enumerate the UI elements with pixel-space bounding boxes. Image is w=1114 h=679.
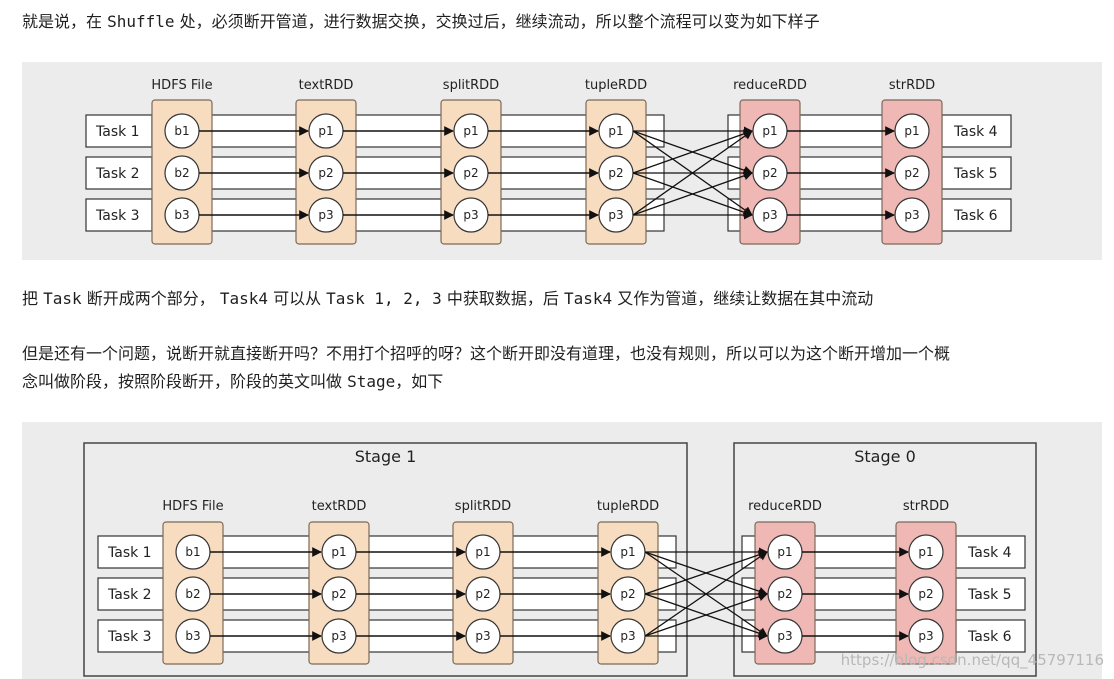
task-right-label: Task 6 — [953, 208, 998, 224]
partition-label: p1 — [762, 124, 777, 138]
partition-label: p3 — [475, 629, 490, 643]
p2-code-tasks: Task 1, 2, 3 — [326, 289, 442, 308]
stage-label: Stage 1 — [355, 447, 417, 466]
rdd-column-label: strRDD — [903, 499, 949, 514]
p2-code-task: Task — [43, 289, 82, 308]
watermark-url: https://blog.csdn.net/qq_45797116 — [840, 651, 1104, 669]
partition-label: b3 — [174, 208, 189, 222]
partition-label: p1 — [620, 545, 635, 559]
partition-label: p3 — [331, 629, 346, 643]
diagram-2-svg: Stage 1 Stage 0 Task 1 Task 4 Task 2 Task 5 Ta… — [83, 442, 1037, 677]
partition-label: p1 — [475, 545, 490, 559]
diagram-1-panel: Task 1 Task 4 Task 2 Task 5 Task 3 Task 6 HDFS… — [22, 62, 1102, 260]
p2-text-d: 中获取数据，后 — [441, 289, 564, 308]
p2-text-b: 断开成两个部分， — [81, 289, 220, 308]
partition-label: p3 — [463, 208, 478, 222]
partition-label: p1 — [331, 545, 346, 559]
rdd-column-label: reduceRDD — [748, 499, 822, 514]
rdd-column-label: textRDD — [299, 78, 354, 93]
p1-text-after: 处，必须断开管道，进行数据交换，交换过后，继续流动，所以整个流程可以变为如下样子 — [174, 12, 820, 31]
partition-label: p2 — [463, 166, 478, 180]
partition-label: p1 — [777, 545, 792, 559]
partition-label: p3 — [904, 208, 919, 222]
partition-label: b2 — [185, 587, 200, 601]
partition-label: p3 — [608, 208, 623, 222]
rdd-column-label: HDFS File — [151, 78, 212, 93]
task-right-label: Task 4 — [953, 124, 998, 140]
rdd-column-label: textRDD — [312, 499, 367, 514]
rdd-column-label: tupleRDD — [585, 78, 647, 93]
p3-line-2-after: ，如下 — [395, 372, 444, 391]
partition-label: p1 — [318, 124, 333, 138]
partition-label: p2 — [475, 587, 490, 601]
task-right-label: Task 6 — [967, 629, 1012, 645]
partition-label: p3 — [777, 629, 792, 643]
partition-label: p3 — [762, 208, 777, 222]
partition-label: b1 — [185, 545, 200, 559]
partition-label: p2 — [620, 587, 635, 601]
partition-label: b2 — [174, 166, 189, 180]
diagram-1-svg: Task 1 Task 4 Task 2 Task 5 Task 3 Task 6 HDFS… — [85, 78, 1012, 245]
p1-code-shuffle: Shuffle — [107, 12, 175, 31]
partition-label: p2 — [331, 587, 346, 601]
partition-label: p1 — [608, 124, 623, 138]
stage-label: Stage 0 — [854, 447, 916, 466]
task-left-label: Task 1 — [95, 124, 140, 140]
p2-text-a: 把 — [22, 289, 44, 308]
p3-code-stage: Stage — [347, 372, 396, 391]
p2-code-task4: Task4 — [219, 289, 268, 308]
partition-label: p2 — [608, 166, 623, 180]
p2-text-c: 可以从 — [267, 289, 327, 308]
rdd-column-label: tupleRDD — [597, 499, 659, 514]
partition-label: p2 — [904, 166, 919, 180]
rdd-column-label: reduceRDD — [733, 78, 807, 93]
rdd-column-label: splitRDD — [455, 499, 511, 514]
task-left-label: Task 3 — [107, 629, 152, 645]
paragraph-3: 但是还有一个问题，说断开就直接断开吗？不用打个招呼的呀？这个断开即没有道理，也没… — [22, 340, 1097, 396]
p2-code-task4-b: Task4 — [563, 289, 613, 308]
partition-label: p3 — [318, 208, 333, 222]
task-left-label: Task 2 — [107, 587, 152, 603]
rdd-column-label: splitRDD — [443, 78, 499, 93]
partition-label: p2 — [318, 166, 333, 180]
partition-label: p1 — [918, 545, 933, 559]
task-right-label: Task 5 — [953, 166, 998, 182]
rdd-column-label: strRDD — [889, 78, 935, 93]
partition-label: p3 — [620, 629, 635, 643]
task-right-label: Task 4 — [967, 545, 1012, 561]
partition-label: p2 — [777, 587, 792, 601]
partition-label: b1 — [174, 124, 189, 138]
partition-label: p1 — [904, 124, 919, 138]
partition-label: p2 — [918, 587, 933, 601]
partition-label: p3 — [918, 629, 933, 643]
p3-line-2-text: 念叫做阶段，按照阶段断开，阶段的英文叫做 — [22, 372, 348, 391]
partition-label: b3 — [185, 629, 200, 643]
p1-text-before: 就是说，在 — [22, 12, 108, 31]
task-left-label: Task 2 — [95, 166, 140, 182]
p3-line-1: 但是还有一个问题，说断开就直接断开吗？不用打个招呼的呀？这个断开即没有道理，也没… — [22, 344, 951, 363]
task-left-label: Task 3 — [95, 208, 140, 224]
partition-label: p2 — [762, 166, 777, 180]
rdd-column-label: HDFS File — [162, 499, 223, 514]
diagram-2-panel: Stage 1 Stage 0 Task 1 Task 4 Task 2 Task 5 Ta… — [22, 422, 1102, 679]
task-right-label: Task 5 — [967, 587, 1012, 603]
p2-text-e: 又作为管道，继续让数据在其中流动 — [612, 289, 874, 308]
paragraph-2: 把 Task 断开成两个部分， Task4 可以从 Task 1, 2, 3 中… — [22, 285, 873, 313]
task-left-label: Task 1 — [107, 545, 152, 561]
paragraph-1: 就是说，在 Shuffle 处，必须断开管道，进行数据交换，交换过后，继续流动，… — [22, 8, 820, 36]
partition-label: p1 — [463, 124, 478, 138]
